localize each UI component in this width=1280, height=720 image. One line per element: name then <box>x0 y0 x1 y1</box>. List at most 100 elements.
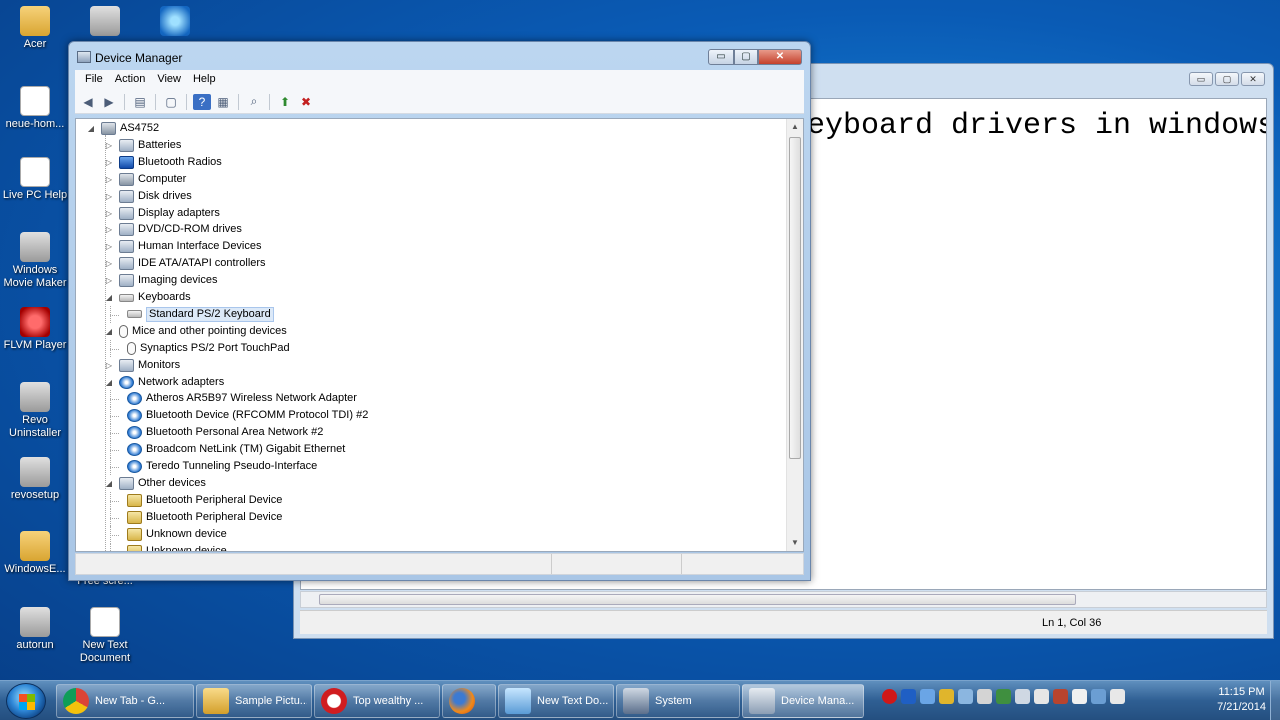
update-driver-icon[interactable]: ⬆ <box>276 94 294 110</box>
taskbar-chrome[interactable]: New Tab - G... <box>56 684 194 718</box>
expand-arrow-icon[interactable]: ▷ <box>104 188 114 205</box>
collapse-arrow-icon[interactable]: ◢ <box>104 475 114 492</box>
device-manager-window[interactable]: Device Manager ▭ ▢ ✕ File Action View He… <box>68 41 811 581</box>
tree-category[interactable]: ◢ Keyboards <box>104 289 191 306</box>
expand-arrow-icon[interactable]: ▷ <box>104 357 114 374</box>
desktop-icon-flvm-player[interactable]: FLVM Player <box>0 307 70 352</box>
menu-file[interactable]: File <box>79 70 109 90</box>
flag-icon[interactable] <box>1015 689 1030 704</box>
desktop-icon-windowse[interactable]: WindowsE... <box>0 531 70 576</box>
desktop-icon-revo-uninstaller[interactable]: Revo Uninstaller <box>0 382 70 440</box>
tree-device[interactable]: Bluetooth Personal Area Network #2 <box>122 424 323 441</box>
tree-category[interactable]: ▷ Disk drives <box>104 188 192 205</box>
tree-category[interactable]: ▷ Monitors <box>104 357 180 374</box>
tree-device[interactable]: Broadcom NetLink (TM) Gigabit Ethernet <box>122 441 345 458</box>
taskbar-firefox[interactable] <box>442 684 496 718</box>
volume-icon[interactable] <box>1034 689 1049 704</box>
tree-device[interactable]: Atheros AR5B97 Wireless Network Adapter <box>122 390 357 407</box>
update-icon[interactable] <box>958 689 973 704</box>
taskbar-system[interactable]: System <box>616 684 740 718</box>
tree-device[interactable]: Bluetooth Peripheral Device <box>122 509 282 526</box>
taskbar-notepad[interactable]: New Text Do... <box>498 684 614 718</box>
collapse-arrow-icon[interactable]: ◢ <box>104 323 114 340</box>
desktop-icon-neue-hom[interactable]: neue-hom... <box>0 86 70 131</box>
tree-device[interactable]: Unknown device <box>122 526 227 543</box>
menu-view[interactable]: View <box>151 70 187 90</box>
tree-category[interactable]: ▷ Computer <box>104 171 186 188</box>
taskbar-opera[interactable]: Top wealthy ... <box>314 684 440 718</box>
tree-device[interactable]: Bluetooth Device (RFCOMM Protocol TDI) #… <box>122 407 368 424</box>
device-tree[interactable]: ◢ AS4752 ▷ Batteries ▷ Bluetooth Radios ▷ Compu… <box>75 118 804 552</box>
clock[interactable]: 11:15 PM 7/21/2014 <box>1217 685 1266 715</box>
expand-arrow-icon[interactable]: ▷ <box>104 221 114 238</box>
forward-icon[interactable]: ▶ <box>100 94 118 110</box>
scroll-up-icon[interactable]: ▲ <box>787 119 803 135</box>
speaker-icon[interactable] <box>977 689 992 704</box>
start-button[interactable] <box>6 683 46 719</box>
desktop-icon-new-text-document[interactable]: New Text Document <box>70 607 140 665</box>
tree-device[interactable]: Synaptics PS/2 Port TouchPad <box>122 340 290 357</box>
battery-icon[interactable] <box>1072 689 1087 704</box>
bluetooth-icon[interactable] <box>901 689 916 704</box>
scroll-down-icon[interactable]: ▼ <box>787 535 803 551</box>
tree-device[interactable]: Bluetooth Peripheral Device <box>122 492 282 509</box>
maximize-button[interactable]: ▢ <box>734 49 758 65</box>
tree-category[interactable]: ▷ Display adapters <box>104 205 220 222</box>
desktop-icon-live-pc-help[interactable]: Live PC Help <box>0 157 70 202</box>
help-icon[interactable]: ? <box>193 93 211 110</box>
arrow-icon[interactable] <box>1091 689 1106 704</box>
monitor-icon[interactable] <box>996 689 1011 704</box>
collapse-arrow-icon[interactable]: ◢ <box>104 374 114 391</box>
uninstall-icon[interactable]: ✖ <box>297 94 315 110</box>
notepad-close-button[interactable]: ✕ <box>1241 72 1265 86</box>
tree-device[interactable]: Standard PS/2 Keyboard <box>122 306 274 323</box>
tree-category[interactable]: ◢ Mice and other pointing devices <box>104 323 287 340</box>
minimize-button[interactable]: ▭ <box>708 49 734 65</box>
tree-category[interactable]: ▷ Batteries <box>104 137 181 154</box>
desktop-icon-autorun[interactable]: autorun <box>0 607 70 652</box>
tree-category[interactable]: ▷ DVD/CD-ROM drives <box>104 221 242 238</box>
desktop-icon-shortcut-2[interactable] <box>140 6 210 38</box>
scan-icon[interactable]: ⌕ <box>245 94 263 110</box>
desktop-icon-acer[interactable]: Acer <box>0 6 70 51</box>
taskbar-device-manager[interactable]: Device Mana... <box>742 684 864 718</box>
tree-device[interactable]: Teredo Tunneling Pseudo-Interface <box>122 458 317 475</box>
scrollbar-thumb[interactable] <box>319 594 1076 605</box>
tree-category[interactable]: ▷ Bluetooth Radios <box>104 154 222 171</box>
expand-arrow-icon[interactable]: ▷ <box>104 171 114 188</box>
expand-arrow-icon[interactable]: ▷ <box>104 272 114 289</box>
notepad-maximize-button[interactable]: ▢ <box>1215 72 1239 86</box>
expand-arrow-icon[interactable]: ▷ <box>104 255 114 272</box>
notepad-minimize-button[interactable]: ▭ <box>1189 72 1213 86</box>
desktop-icon-shortcut-1[interactable] <box>70 6 140 38</box>
tree-category[interactable]: ▷ Imaging devices <box>104 272 218 289</box>
expand-arrow-icon[interactable]: ▷ <box>104 154 114 171</box>
back-icon[interactable]: ◀ <box>79 94 97 110</box>
device-tree-vertical-scrollbar[interactable]: ▲ ▼ <box>786 119 803 551</box>
tree-category[interactable]: ◢ Network adapters <box>104 374 224 391</box>
menu-action[interactable]: Action <box>109 70 152 90</box>
taskbar-sample-pictures[interactable]: Sample Pictu... <box>196 684 312 718</box>
notepad-horizontal-scrollbar[interactable] <box>300 591 1267 608</box>
collapse-arrow-icon[interactable]: ◢ <box>86 120 96 137</box>
dropbox-icon[interactable] <box>920 689 935 704</box>
network-icon[interactable] <box>1053 689 1068 704</box>
gear-icon[interactable] <box>1110 689 1125 704</box>
desktop-icon-movie-maker[interactable]: Windows Movie Maker <box>0 232 70 290</box>
tree-root[interactable]: ◢ AS4752 <box>86 120 159 137</box>
tree-category[interactable]: ▷ Human Interface Devices <box>104 238 262 255</box>
warning-icon[interactable] <box>939 689 954 704</box>
expand-arrow-icon[interactable]: ▷ <box>104 205 114 222</box>
desktop-icon-revosetup[interactable]: revosetup <box>0 457 70 502</box>
expand-arrow-icon[interactable]: ▷ <box>104 137 114 154</box>
close-button[interactable]: ✕ <box>758 49 802 65</box>
scrollbar-thumb[interactable] <box>789 137 801 459</box>
properties-icon[interactable]: ▢ <box>162 94 180 110</box>
expand-arrow-icon[interactable]: ▷ <box>104 238 114 255</box>
menu-help[interactable]: Help <box>187 70 222 90</box>
show-desktop-button[interactable] <box>1270 681 1280 720</box>
view-icon[interactable]: ▦ <box>214 94 232 110</box>
tree-device[interactable]: Unknown device <box>122 543 227 551</box>
show-hide-icon[interactable]: ▤ <box>131 94 149 110</box>
tree-category[interactable]: ▷ IDE ATA/ATAPI controllers <box>104 255 266 272</box>
